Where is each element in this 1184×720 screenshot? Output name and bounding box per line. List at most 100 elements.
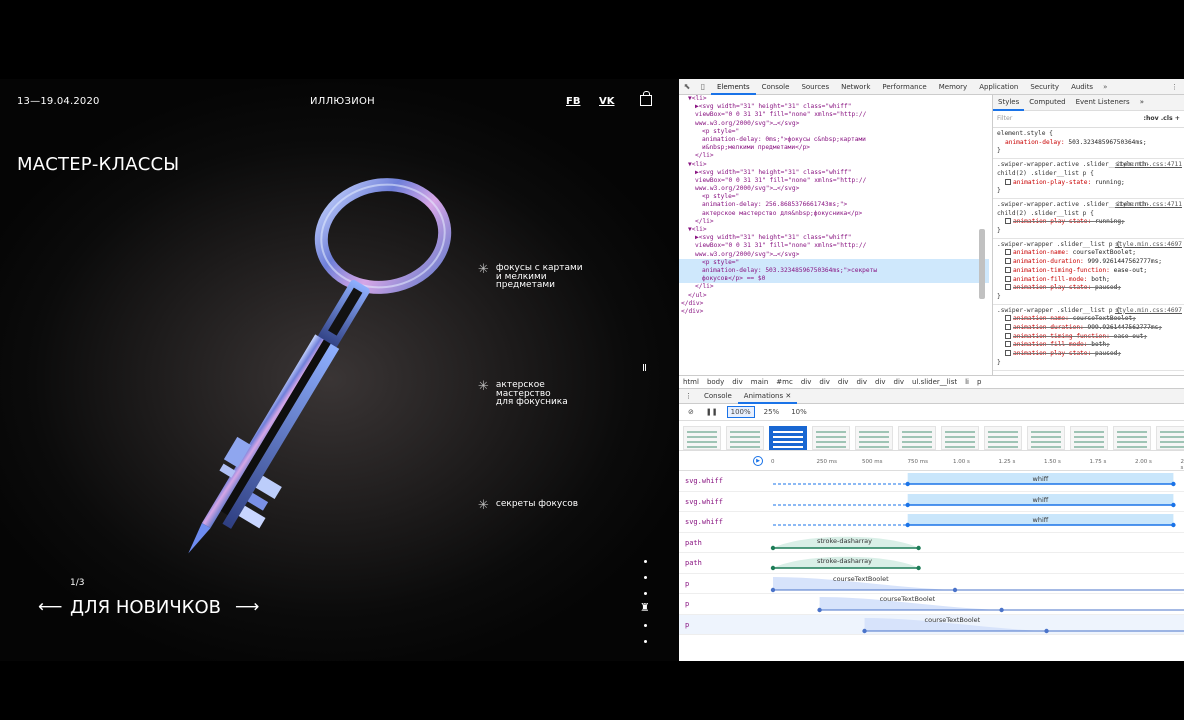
animation-row[interactable]: p courseTextBoolet bbox=[679, 594, 1184, 615]
checkbox[interactable] bbox=[1005, 332, 1011, 339]
tab-console[interactable]: Console bbox=[756, 79, 796, 95]
tab-animations[interactable]: Animations ✕ bbox=[737, 389, 798, 404]
style-property[interactable]: animation-timing-function: ease-out; bbox=[997, 266, 1180, 276]
dom-node-line[interactable]: и&nbsp;мелкими предметами</p> bbox=[679, 144, 989, 152]
speed-100[interactable]: 100% bbox=[726, 406, 755, 418]
list-item[interactable]: ✳ секреты фокусов bbox=[478, 499, 598, 512]
list-item[interactable]: ✳ фокусы с картами и мелкими предметами bbox=[478, 263, 598, 290]
more-tabs-icon[interactable]: » bbox=[1135, 98, 1149, 107]
checkbox[interactable] bbox=[1005, 258, 1011, 265]
animation-row[interactable]: path stroke-dasharray bbox=[679, 553, 1184, 574]
animation-row[interactable]: p courseTextBoolet bbox=[679, 614, 1184, 635]
style-property[interactable]: animation-delay: 503.32348596750364ms; bbox=[997, 139, 1180, 148]
animation-group-thumbnail[interactable] bbox=[984, 426, 1022, 450]
dom-node-line[interactable]: </li> bbox=[679, 283, 989, 291]
dom-node-line[interactable]: ▼<li> bbox=[679, 161, 989, 169]
more-tabs-icon[interactable]: » bbox=[1099, 83, 1111, 91]
dom-node-line[interactable]: viewBox="0 0 31 31" fill="none" xmlns="h… bbox=[679, 242, 989, 250]
dom-node-line[interactable]: viewBox="0 0 31 31" fill="none" xmlns="h… bbox=[679, 111, 989, 119]
nav-dot[interactable] bbox=[644, 624, 647, 627]
device-toggle-icon[interactable]: ▯ bbox=[695, 82, 711, 91]
animation-group-thumbnail[interactable] bbox=[1156, 426, 1184, 450]
checkbox[interactable] bbox=[1005, 324, 1011, 331]
tab-event-listeners[interactable]: Event Listeners bbox=[1071, 98, 1135, 107]
animation-group-thumbnail[interactable] bbox=[855, 426, 893, 450]
tab-audits[interactable]: Audits bbox=[1065, 79, 1099, 95]
style-property[interactable]: animation-play-state: running; bbox=[997, 178, 1180, 188]
speed-10[interactable]: 10% bbox=[788, 407, 810, 417]
animation-group-thumbnail[interactable] bbox=[812, 426, 850, 450]
dom-node-line[interactable]: ▶<svg width="31" height="31" class="whif… bbox=[679, 103, 989, 111]
tab-sources[interactable]: Sources bbox=[795, 79, 835, 95]
breadcrumb-item[interactable]: html bbox=[679, 378, 703, 386]
style-property[interactable]: animation-fill-mode: both; bbox=[997, 275, 1180, 285]
tab-drawer-console[interactable]: Console bbox=[698, 392, 738, 400]
nav-dot[interactable] bbox=[644, 592, 647, 595]
close-icon[interactable]: ✕ bbox=[785, 392, 791, 400]
dom-node-line[interactable]: </li> bbox=[679, 152, 989, 160]
breadcrumb-item[interactable]: body bbox=[703, 378, 728, 386]
breadcrumb-item[interactable]: li bbox=[961, 378, 973, 386]
scrollbar[interactable] bbox=[979, 229, 985, 299]
dom-node-line[interactable]: <p style=" bbox=[679, 128, 989, 136]
style-rule[interactable]: element.style {animation-delay: 503.3234… bbox=[993, 128, 1184, 160]
pause-button[interactable]: II bbox=[642, 363, 647, 374]
dom-node-line[interactable]: animation-delay: 503.32348596750364ms;">… bbox=[679, 266, 989, 276]
breadcrumb-item[interactable]: div bbox=[871, 378, 890, 386]
checkbox[interactable] bbox=[1005, 218, 1011, 225]
nav-dot[interactable] bbox=[644, 640, 647, 643]
style-property[interactable]: animation-play-state: paused; bbox=[997, 284, 1180, 293]
style-property[interactable]: animation-fill-mode: both; bbox=[997, 341, 1180, 350]
style-rule[interactable]: style.min.css:4711 .swiper-wrapper.active… bbox=[993, 159, 1184, 199]
style-rule[interactable]: style.min.css:4711 .swiper-wrapper.active… bbox=[993, 199, 1184, 239]
animation-row[interactable]: path stroke-dasharray bbox=[679, 533, 1184, 553]
animation-row[interactable]: svg.whiff whiff bbox=[679, 492, 1184, 512]
dom-node-line[interactable]: </ul> bbox=[679, 292, 989, 300]
rule-source-link[interactable]: style.min.css:4711 bbox=[1115, 161, 1182, 170]
style-property[interactable]: animation-timing-function: ease-out; bbox=[997, 332, 1180, 342]
dom-node-line[interactable]: animation-delay: 0ms;">фокусы с&nbsp;кар… bbox=[679, 136, 989, 144]
breadcrumb-item[interactable]: ul.slider__list bbox=[908, 378, 961, 386]
breadcrumb-item[interactable]: div bbox=[797, 378, 816, 386]
animation-group-thumbnail[interactable] bbox=[726, 426, 764, 450]
breadcrumb-item[interactable]: div bbox=[852, 378, 871, 386]
breadcrumb-item[interactable]: p bbox=[973, 378, 985, 386]
dom-node-line[interactable]: ▼<li> bbox=[679, 95, 989, 103]
checkbox[interactable] bbox=[1005, 178, 1011, 185]
list-item[interactable]: ✳ актерское мастерство для фокусника bbox=[478, 380, 598, 407]
dom-node-line[interactable]: <p style=" bbox=[679, 258, 989, 267]
breadcrumb-item[interactable]: main bbox=[747, 378, 773, 386]
style-rule[interactable]: style.min.css:4697 .swiper-wrapper .slide… bbox=[993, 305, 1184, 371]
animation-group-thumbnail[interactable] bbox=[683, 426, 721, 450]
tab-application[interactable]: Application bbox=[973, 79, 1024, 95]
checkbox[interactable] bbox=[1005, 350, 1011, 357]
arrow-right-icon[interactable]: ⟶ bbox=[235, 597, 259, 617]
animation-row[interactable]: svg.whiff whiff bbox=[679, 512, 1184, 533]
animation-row[interactable]: p courseTextBoolet bbox=[679, 574, 1184, 594]
dom-node-line[interactable]: актерское мастерство для&nbsp;фокусника<… bbox=[679, 210, 989, 218]
dom-node-line[interactable]: ▶<svg width="31" height="31" class="whif… bbox=[679, 169, 989, 177]
tab-network[interactable]: Network bbox=[835, 79, 876, 95]
breadcrumb-item[interactable]: div bbox=[834, 378, 853, 386]
checkbox[interactable] bbox=[1005, 275, 1011, 282]
replay-icon[interactable]: ▶ bbox=[753, 456, 763, 466]
style-property[interactable]: animation-name: courseTextBoolet; bbox=[997, 249, 1180, 258]
rule-source-link[interactable]: style.min.css:4697 bbox=[1115, 307, 1182, 316]
filter-controls[interactable]: :hov .cls + bbox=[1144, 115, 1180, 124]
checkbox[interactable] bbox=[1005, 284, 1011, 291]
dom-node-line[interactable]: viewBox="0 0 31 31" fill="none" xmlns="h… bbox=[679, 177, 989, 185]
rule-source-link[interactable]: style.min.css:4711 bbox=[1115, 201, 1182, 210]
style-property[interactable]: animation-name: courseTextBoolet; bbox=[997, 315, 1180, 324]
tab-styles[interactable]: Styles bbox=[993, 95, 1025, 111]
breadcrumb-item[interactable]: #mc bbox=[772, 378, 797, 386]
animation-group-thumbnail[interactable] bbox=[1027, 426, 1065, 450]
pause-all-button[interactable]: ❚❚ bbox=[703, 407, 721, 417]
tab-computed[interactable]: Computed bbox=[1024, 98, 1070, 107]
nav-dot[interactable] bbox=[644, 560, 647, 563]
animation-group-thumbnail[interactable] bbox=[941, 426, 979, 450]
style-rule[interactable]: style.min.css:4697 .swiper-wrapper .slide… bbox=[993, 239, 1184, 305]
checkbox[interactable] bbox=[1005, 249, 1011, 256]
animation-group-thumbnail[interactable] bbox=[898, 426, 936, 450]
dom-node-line[interactable]: </div> bbox=[679, 308, 989, 316]
breadcrumb-item[interactable]: div bbox=[890, 378, 909, 386]
